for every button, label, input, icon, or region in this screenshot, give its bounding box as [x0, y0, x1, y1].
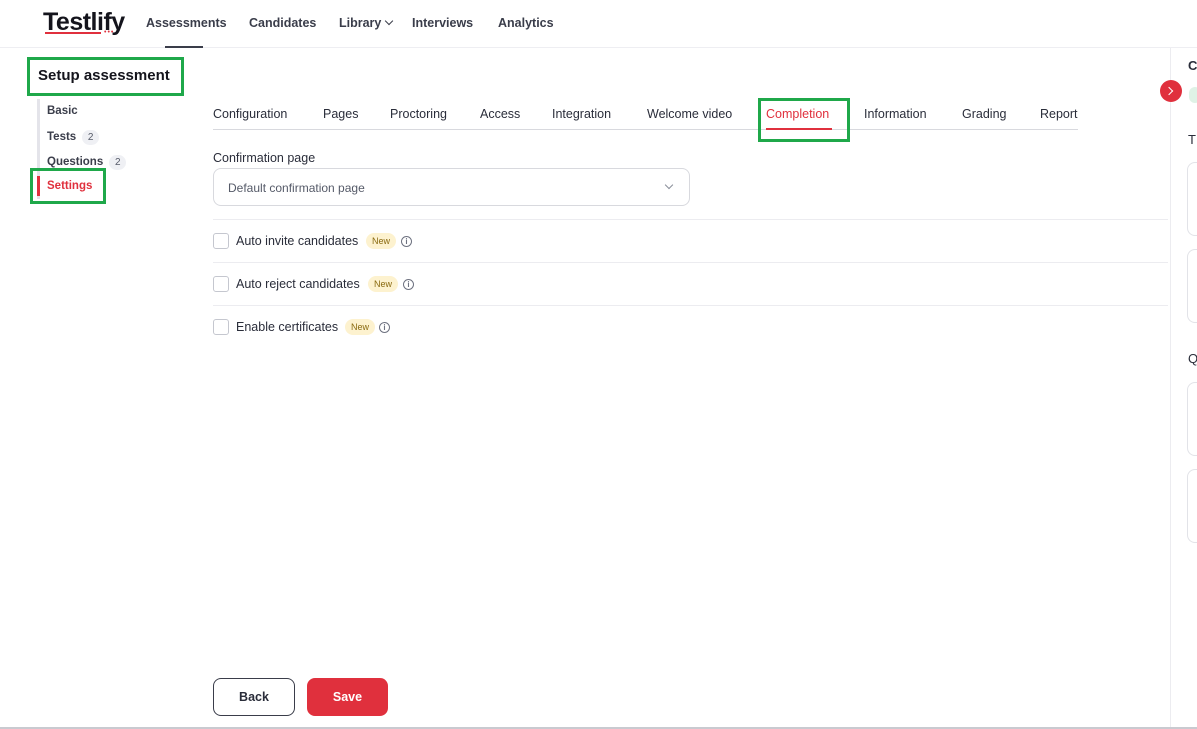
right-panel-section-label: Q — [1188, 351, 1197, 366]
logo-underline — [45, 32, 101, 34]
sidebar-item-label: Tests — [47, 131, 77, 143]
page-title: Setup assessment — [38, 67, 170, 84]
sidebar-item-label: Settings — [47, 180, 93, 192]
auto-reject-row: Auto reject candidates New i — [213, 276, 423, 294]
tabs-baseline — [213, 129, 1078, 130]
chevron-down-icon — [664, 180, 674, 190]
right-panel-heading: C — [1188, 58, 1197, 73]
tests-count-badge: 2 — [82, 130, 100, 145]
right-panel-section-label: T — [1188, 132, 1196, 147]
tab-access[interactable]: Access — [480, 107, 520, 121]
tab-report[interactable]: Report — [1040, 107, 1078, 121]
sidebar-item-label: Basic — [47, 105, 78, 117]
back-button[interactable]: Back — [213, 678, 295, 716]
tab-grading[interactable]: Grading — [962, 107, 1006, 121]
divider — [213, 305, 1168, 306]
sidebar-item-tests[interactable]: Tests 2 — [47, 130, 100, 145]
divider — [213, 262, 1168, 263]
sidebar-item-settings[interactable]: Settings — [47, 180, 92, 192]
new-badge: New — [345, 319, 376, 335]
auto-invite-row: Auto invite candidates New i — [213, 233, 423, 251]
questions-count-badge: 2 — [109, 155, 127, 170]
logo-dots: ••• — [104, 29, 115, 36]
right-panel-chip — [1189, 87, 1197, 103]
top-navigation: Testlify ••• Assessments Candidates Libr… — [0, 0, 1197, 48]
right-panel-card[interactable] — [1187, 382, 1197, 456]
new-badge: New — [366, 233, 397, 249]
enable-certificates-label: Enable certificates — [236, 320, 339, 334]
auto-invite-checkbox[interactable] — [213, 233, 229, 249]
tab-completion[interactable]: Completion — [766, 107, 829, 121]
confirmation-page-label: Confirmation page — [213, 151, 316, 165]
confirmation-page-select[interactable]: Default confirmation page — [213, 168, 690, 206]
tab-pages[interactable]: Pages — [323, 107, 358, 121]
auto-reject-checkbox[interactable] — [213, 276, 229, 292]
info-icon[interactable]: i — [403, 279, 414, 290]
info-icon[interactable]: i — [379, 322, 390, 333]
sidebar-item-basic[interactable]: Basic — [47, 105, 78, 117]
auto-invite-label: Auto invite candidates — [236, 234, 359, 248]
enable-certificates-checkbox[interactable] — [213, 319, 229, 335]
right-panel-card[interactable] — [1187, 469, 1197, 543]
chevron-down-icon — [385, 16, 394, 26]
right-panel-card[interactable] — [1187, 162, 1197, 236]
tab-information[interactable]: Information — [864, 107, 927, 121]
sidebar-item-label: Questions — [47, 156, 104, 168]
right-panel-card[interactable] — [1187, 249, 1197, 323]
tab-welcome-video[interactable]: Welcome video — [647, 107, 732, 121]
nav-library-label: Library — [339, 16, 382, 30]
new-badge: New — [368, 276, 399, 292]
confirmation-page-value: Default confirmation page — [228, 181, 365, 195]
right-panel-border — [1170, 48, 1171, 729]
nav-analytics[interactable]: Analytics — [498, 16, 554, 30]
nav-interviews[interactable]: Interviews — [412, 16, 473, 30]
divider — [213, 219, 1168, 220]
info-icon[interactable]: i — [401, 236, 412, 247]
tab-integration[interactable]: Integration — [552, 107, 611, 121]
nav-library[interactable]: Library — [339, 16, 394, 30]
chevron-right-icon[interactable] — [1160, 80, 1182, 102]
nav-candidates[interactable]: Candidates — [249, 16, 316, 30]
tab-configuration[interactable]: Configuration — [213, 107, 287, 121]
enable-certificates-row: Enable certificates New i — [213, 319, 403, 337]
auto-reject-label: Auto reject candidates — [236, 277, 360, 291]
tab-active-indicator — [766, 128, 832, 130]
nav-assessments[interactable]: Assessments — [146, 16, 227, 30]
save-button[interactable]: Save — [307, 678, 388, 716]
tab-proctoring[interactable]: Proctoring — [390, 107, 447, 121]
nav-active-indicator — [165, 46, 203, 48]
